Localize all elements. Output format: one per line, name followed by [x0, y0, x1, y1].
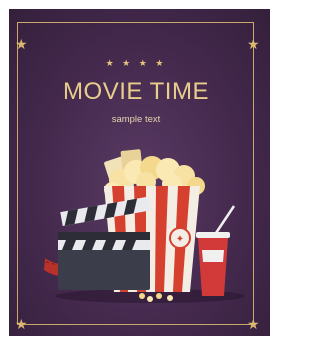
popcorn-box-emblem: ✦ — [176, 234, 184, 245]
cinema-illustration: ✦ — [44, 149, 245, 303]
soda-cup-icon — [196, 205, 236, 296]
clapperboard-icon — [58, 196, 152, 290]
